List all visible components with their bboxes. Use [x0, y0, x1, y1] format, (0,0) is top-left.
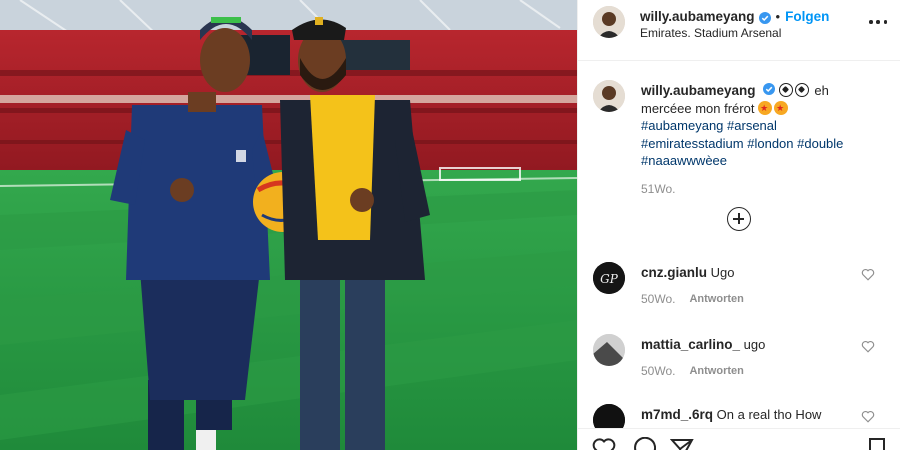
comment-text: On a real tho How — [716, 407, 822, 422]
comment-body: m7md_.6rq On a real tho How — [641, 407, 821, 422]
comment-meta: 50Wo. Antworten — [641, 292, 744, 306]
comment-username[interactable]: m7md_.6rq — [641, 407, 713, 422]
soccer-ball-emoji-icon — [778, 83, 793, 97]
more-options-icon[interactable] — [869, 14, 887, 30]
separator-dot: • — [775, 9, 781, 24]
hashtag-link[interactable]: #double — [797, 136, 843, 151]
avatar[interactable] — [593, 80, 625, 112]
comment-meta: 50Wo. Antworten — [641, 364, 744, 378]
avatar[interactable] — [593, 6, 625, 38]
comment-text: ugo — [743, 337, 766, 352]
hashtag-link[interactable]: #aubameyang — [641, 118, 723, 133]
follow-button[interactable]: Folgen — [785, 9, 829, 24]
hashtag-link[interactable]: #london — [747, 136, 793, 151]
heart-icon[interactable] — [861, 340, 875, 353]
author-username[interactable]: willy.aubameyang — [640, 9, 755, 24]
comment-item: mattia_carlino_ ugo 50Wo. Antworten — [578, 334, 900, 398]
verified-badge-icon — [758, 11, 771, 24]
heart-icon[interactable] — [861, 268, 875, 281]
comment-username[interactable]: mattia_carlino_ — [641, 337, 740, 352]
star-struck-emoji-icon — [774, 100, 789, 117]
comment-body: mattia_carlino_ ugo — [641, 337, 765, 352]
caption-text: willy.aubameyang eh mercéee mon frérot #… — [641, 82, 881, 170]
heart-icon[interactable] — [861, 410, 875, 423]
post-header: willy.aubameyang • Folgen Emirates. Stad… — [578, 0, 900, 50]
post-location[interactable]: Emirates. Stadium Arsenal — [640, 26, 781, 40]
plus-circle-icon[interactable] — [727, 207, 751, 231]
post-action-bar — [578, 428, 900, 450]
comment-bubble-icon[interactable] — [632, 437, 656, 450]
reply-button[interactable]: Antworten — [689, 365, 743, 378]
reply-button[interactable]: Antworten — [689, 293, 743, 306]
verified-badge-icon — [763, 82, 776, 95]
comment-item: GP cnz.gianlu Ugo 50Wo. Antworten — [578, 262, 900, 326]
header-divider — [578, 60, 900, 61]
paper-plane-icon[interactable] — [670, 437, 694, 450]
hashtag-link[interactable]: #arsenal — [727, 118, 777, 133]
comment-username[interactable]: cnz.gianlu — [641, 265, 707, 280]
hashtag-link[interactable]: #emiratesstadium — [641, 136, 744, 151]
hashtag-link[interactable]: #naaawwwèee — [641, 153, 727, 168]
heart-icon[interactable] — [592, 437, 616, 450]
post-side-panel: willy.aubameyang • Folgen Emirates. Stad… — [577, 0, 900, 450]
stadium-photo-illustration — [0, 0, 577, 450]
caption-timestamp[interactable]: 51Wo. — [641, 182, 675, 196]
comment-timestamp[interactable]: 50Wo. — [641, 364, 675, 378]
comment-timestamp[interactable]: 50Wo. — [641, 292, 675, 306]
avatar[interactable] — [593, 334, 625, 366]
comment-text: Ugo — [710, 265, 735, 280]
caption-username[interactable]: willy.aubameyang — [641, 83, 756, 98]
comment-body: cnz.gianlu Ugo — [641, 265, 735, 280]
svg-text:GP: GP — [600, 272, 619, 286]
bookmark-icon[interactable] — [865, 437, 889, 450]
avatar[interactable]: GP — [593, 262, 625, 294]
star-struck-emoji-icon — [758, 100, 773, 117]
soccer-ball-emoji-icon — [794, 83, 809, 97]
post-photo[interactable] — [0, 0, 577, 450]
